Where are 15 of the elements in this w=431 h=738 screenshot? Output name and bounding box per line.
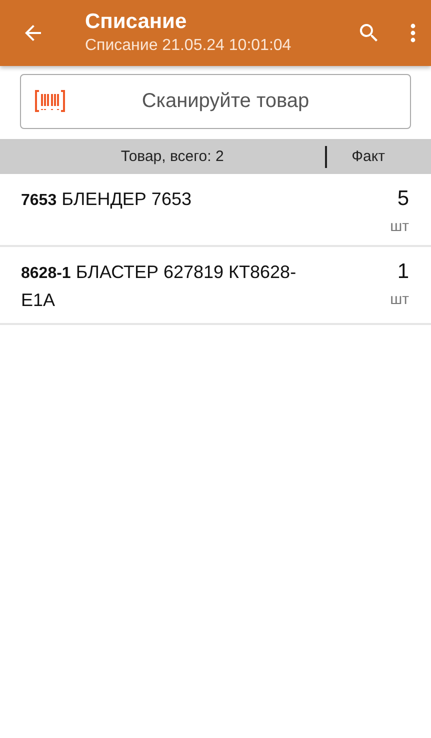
screen-title: Списание	[85, 10, 188, 34]
total-label: Товар, всего: 2	[120, 148, 225, 165]
more-menu-icon[interactable]	[409, 21, 417, 45]
item-quantity: 1	[397, 259, 409, 285]
fact-column-label: Факт	[352, 148, 385, 165]
item-quantity: 5	[397, 186, 409, 212]
item-row[interactable]: 8628-1 БЛАСТЕР 627819 КТ8628-E1A 1 шт	[0, 247, 431, 325]
item-name: 7653 БЛЕНДЕР 7653	[21, 188, 192, 211]
item-name: 8628-1 БЛАСТЕР 627819 КТ8628-E1A	[21, 261, 298, 312]
item-row[interactable]: 7653 БЛЕНДЕР 7653 5 шт	[0, 174, 431, 247]
barcode-icon	[35, 90, 65, 112]
item-unit: шт	[390, 218, 409, 235]
item-unit: шт	[390, 291, 409, 308]
scan-field[interactable]: Сканируйте товар	[20, 74, 411, 129]
document-subtitle: Списание 21.05.24 10:01:04	[85, 36, 292, 56]
